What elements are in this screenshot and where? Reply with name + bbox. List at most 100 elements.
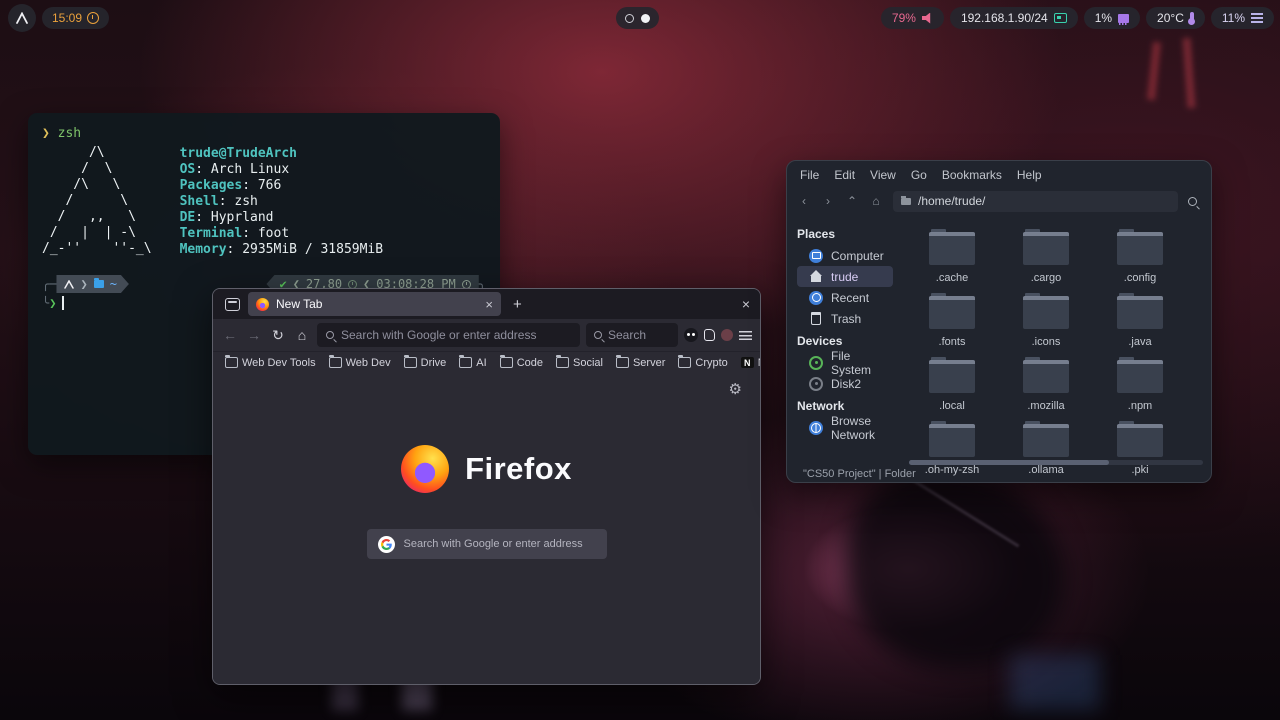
home-button[interactable]: ⌂ — [869, 194, 883, 208]
sidebar-item[interactable]: Recent — [797, 287, 893, 308]
menu-item[interactable]: File — [800, 168, 819, 182]
sidebar-item-icon — [809, 312, 823, 326]
text-cursor — [62, 296, 64, 310]
file-list-view[interactable]: .cache .cargo .config .fonts .icons — [897, 216, 1211, 482]
menu-item[interactable]: Bookmarks — [942, 168, 1002, 182]
folder-name: .java — [1128, 336, 1151, 348]
folder-item[interactable]: .java — [1093, 290, 1187, 354]
workspace-switcher[interactable] — [616, 7, 659, 29]
bookmark-item[interactable]: Web Dev — [329, 357, 391, 369]
firefox-view-icon[interactable] — [225, 298, 240, 311]
status-widget[interactable]: 1% — [1084, 7, 1140, 29]
bookmark-item[interactable]: Code — [500, 357, 543, 369]
workspace-dot[interactable] — [641, 14, 650, 23]
folder-item[interactable]: .local — [905, 354, 999, 418]
terminal-run-line: ❯ zsh — [42, 125, 486, 142]
back-button[interactable]: ← — [221, 327, 239, 343]
url-bar[interactable]: Search with Google or enter address — [317, 323, 580, 347]
search-icon — [594, 331, 602, 339]
status-bar-text: "CS50 Project" | Folder — [797, 467, 922, 481]
sidebar-item[interactable]: Computer — [797, 245, 893, 266]
clock-widget[interactable]: 15:09 — [42, 7, 109, 29]
speaker-icon — [922, 13, 933, 24]
folder-item[interactable]: .npm — [1093, 354, 1187, 418]
search-box[interactable]: Search — [586, 323, 678, 347]
menu-icon[interactable] — [739, 331, 752, 340]
menu-item[interactable]: Go — [911, 168, 927, 182]
arch-ascii-logo: /\ / \ /\ \ / \ / ,, \ / | | -\ /_-'' ''… — [42, 145, 152, 258]
folder-icon — [929, 296, 975, 329]
folder-icon — [1023, 296, 1069, 329]
home-button[interactable]: ⌂ — [293, 327, 311, 343]
bookmark-item[interactable]: N Notion — [741, 357, 761, 369]
extension-icon[interactable] — [704, 329, 715, 341]
folder-item[interactable]: .mozilla — [999, 354, 1093, 418]
folder-name: .mozilla — [1027, 400, 1064, 412]
reload-button[interactable]: ↻ — [269, 327, 287, 344]
folder-item[interactable]: .config — [1093, 226, 1187, 290]
newtab-search-bar[interactable]: Search with Google or enter address — [367, 529, 607, 559]
sidebar-item[interactable]: Browse Network — [797, 417, 893, 438]
tab-new-tab[interactable]: New Tab × — [248, 292, 501, 316]
bookmark-item[interactable]: Web Dev Tools — [225, 357, 316, 369]
bookmark-item[interactable]: AI — [459, 357, 486, 369]
forward-button[interactable]: › — [821, 194, 835, 208]
sidebar-item[interactable]: File System — [797, 352, 893, 373]
folder-item[interactable]: .fonts — [905, 290, 999, 354]
status-widget[interactable]: 79% — [881, 7, 944, 29]
sidebar-item[interactable]: Trash — [797, 308, 893, 329]
workspace-dot[interactable] — [625, 14, 634, 23]
folder-name: .oh-my-zsh — [925, 464, 979, 476]
bookmark-icon — [500, 357, 513, 368]
folder-item[interactable]: .pki — [1093, 418, 1187, 482]
tab-close-button[interactable]: × — [485, 297, 493, 312]
folder-icon — [929, 360, 975, 393]
up-button[interactable]: ⌃ — [845, 194, 859, 208]
bookmark-item[interactable]: Server — [616, 357, 665, 369]
folder-item[interactable]: .icons — [999, 290, 1093, 354]
sidebar-item-icon — [809, 421, 823, 435]
extension-icon[interactable] — [684, 328, 698, 342]
search-placeholder: Search — [608, 328, 646, 342]
back-button[interactable]: ‹ — [797, 194, 811, 208]
section-title: Devices — [797, 334, 893, 348]
folder-item[interactable]: .ollama — [999, 418, 1093, 482]
search-icon[interactable] — [1188, 197, 1197, 206]
folder-item[interactable]: .cache — [905, 226, 999, 290]
places-sidebar: Places Computer trude Recent Trash — [787, 216, 897, 482]
launcher-button[interactable] — [8, 4, 36, 32]
folder-name: .npm — [1128, 400, 1152, 412]
scrollbar-thumb[interactable] — [909, 460, 1109, 465]
personalize-gear-icon[interactable]: ⚙ — [729, 380, 742, 398]
extension-icon[interactable] — [721, 329, 733, 341]
status-widget[interactable]: 192.168.1.90/24 — [950, 7, 1078, 29]
bookmark-item[interactable]: Drive — [404, 357, 447, 369]
bookmark-item[interactable]: Crypto — [678, 357, 727, 369]
bookmark-item[interactable]: Social — [556, 357, 603, 369]
status-value: 20°C — [1157, 11, 1184, 25]
folder-icon — [1117, 296, 1163, 329]
fetch-field: DE: Hyprland — [180, 210, 384, 226]
status-widget[interactable]: 11% — [1211, 7, 1274, 29]
status-widget[interactable]: 20°C — [1146, 7, 1205, 29]
menu-item[interactable]: View — [870, 168, 896, 182]
folder-icon — [901, 198, 911, 205]
folder-name: .pki — [1131, 464, 1148, 476]
horizontal-scrollbar[interactable] — [909, 460, 1203, 465]
section-title: Network — [797, 399, 893, 413]
menu-item[interactable]: Edit — [834, 168, 855, 182]
forward-button[interactable]: → — [245, 327, 263, 343]
folder-icon — [1117, 232, 1163, 265]
tab-bar[interactable]: New Tab × + × — [213, 289, 760, 319]
fetch-field: Memory: 2935MiB / 31859MiB — [180, 242, 384, 258]
folder-item[interactable]: .cargo — [999, 226, 1093, 290]
folder-icon — [94, 280, 104, 288]
folder-icon — [1117, 424, 1163, 457]
path-bar[interactable]: /home/trude/ — [893, 191, 1178, 212]
arch-icon — [64, 280, 74, 289]
sidebar-item[interactable]: trude — [797, 266, 893, 287]
newtab-search-placeholder: Search with Google or enter address — [404, 538, 583, 550]
window-close-button[interactable]: × — [742, 296, 750, 312]
menu-item[interactable]: Help — [1017, 168, 1042, 182]
new-tab-button[interactable]: + — [509, 296, 526, 313]
